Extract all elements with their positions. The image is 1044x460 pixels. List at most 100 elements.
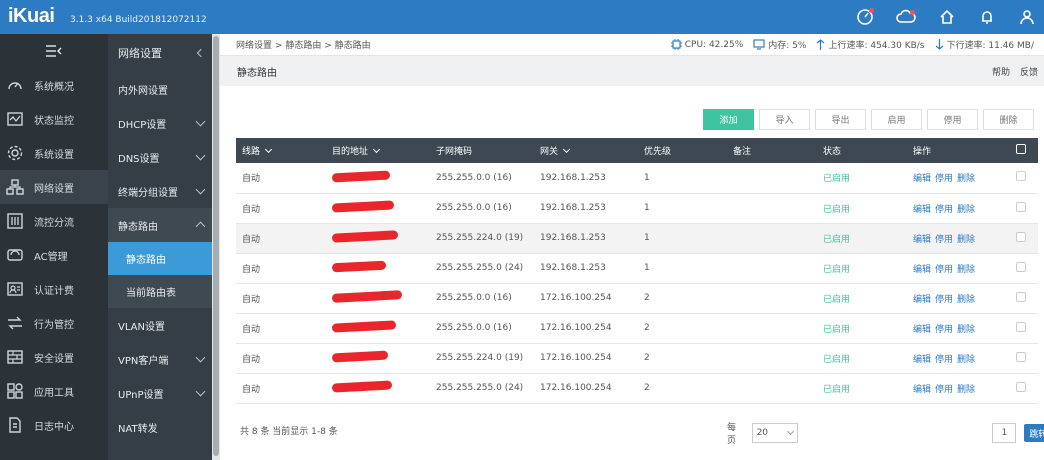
table-row[interactable]: 自动 10.20.0.0 255.255.0.0 (16) 192.168.1.253… xyxy=(236,193,1038,223)
col-line[interactable]: 线路 xyxy=(236,138,326,163)
col-dest[interactable]: 目的地址 xyxy=(326,138,430,163)
status-badge: 已启用 xyxy=(823,234,851,245)
edit-link[interactable]: 编辑 xyxy=(913,265,931,275)
row-checkbox[interactable] xyxy=(1016,351,1026,362)
sub-item-dhcp[interactable]: DHCP设置 xyxy=(108,106,212,140)
edit-link[interactable]: 编辑 xyxy=(913,205,931,215)
select-all-checkbox[interactable] xyxy=(1016,144,1026,154)
edit-link[interactable]: 编辑 xyxy=(913,355,931,365)
cell-line: 自动 xyxy=(242,174,261,185)
sub-item-upnp[interactable]: UPnP设置 xyxy=(108,376,212,410)
add-button[interactable]: 添加 xyxy=(703,109,754,130)
row-checkbox[interactable] xyxy=(1016,261,1026,272)
per-page-select[interactable]: 20 xyxy=(751,423,799,443)
disable-link[interactable]: 停用 xyxy=(935,355,953,365)
cell-mask: 255.255.255.0 (24) xyxy=(436,263,524,273)
col-gateway[interactable]: 网关 xyxy=(534,138,638,163)
monitor-icon xyxy=(7,112,23,126)
sub-child-route-table[interactable]: 当前路由表 xyxy=(108,275,212,308)
sub-item-terminal-group[interactable]: 终端分组设置 xyxy=(108,174,212,208)
sub-item-static-route[interactable]: 静态路由 xyxy=(108,208,212,242)
edit-link[interactable]: 编辑 xyxy=(913,325,931,335)
row-checkbox[interactable] xyxy=(1016,231,1026,242)
delete-link[interactable]: 删除 xyxy=(957,205,975,215)
disable-link[interactable]: 停用 xyxy=(935,205,953,215)
sub-item-nat[interactable]: NAT转发 xyxy=(108,410,212,444)
breadcrumb-item[interactable]: 网络设置 xyxy=(236,41,272,51)
disable-link[interactable]: 停用 xyxy=(935,325,953,335)
disable-link[interactable]: 停用 xyxy=(935,265,953,275)
chevron-down-icon xyxy=(372,145,381,154)
edit-link[interactable]: 编辑 xyxy=(913,385,931,395)
sidebar-item-auth-billing[interactable]: 认证计费 xyxy=(0,272,108,306)
feedback-link[interactable]: 反馈 xyxy=(1020,65,1038,78)
sidebar-item-app-tools[interactable]: 应用工具 xyxy=(0,374,108,408)
disable-link[interactable]: 停用 xyxy=(935,174,953,184)
header-label: 线路 xyxy=(242,147,261,157)
dashboard-icon[interactable] xyxy=(856,8,874,26)
go-button[interactable]: 跳转 xyxy=(1024,424,1044,442)
sidebar-scrollbar[interactable] xyxy=(212,34,220,460)
sidebar-item-log-center[interactable]: 日志中心 xyxy=(0,408,108,442)
disable-link[interactable]: 停用 xyxy=(935,235,953,245)
menu-collapse-button[interactable] xyxy=(0,34,108,68)
cloud-icon[interactable] xyxy=(896,8,916,26)
sidebar-item-ac-management[interactable]: AC管理 xyxy=(0,238,108,272)
table-row[interactable]: 自动 192.168.0.0 255.255.0.0 (16) 192.168.1.2… xyxy=(236,163,1038,193)
cell-remark xyxy=(727,193,817,223)
cell-line: 自动 xyxy=(242,264,261,275)
page-number-input[interactable]: 1 xyxy=(992,423,1017,443)
disable-link[interactable]: 停用 xyxy=(935,295,953,305)
import-button[interactable]: 导入 xyxy=(759,109,810,130)
sub-item-vpn-client[interactable]: VPN客户端 xyxy=(108,342,212,376)
chevron-left-icon[interactable] xyxy=(196,48,206,58)
table-row[interactable]: 自动 10.200.0.0 255.255.0.0 (16) 172.16.100.2… xyxy=(236,313,1038,343)
sidebar-item-system-settings[interactable]: 系统设置 xyxy=(0,136,108,170)
export-button[interactable]: 导出 xyxy=(815,109,866,130)
table-row[interactable]: 自动 172.16.96.0 255.255.255.0 (24) 172.16.10… xyxy=(236,373,1038,403)
breadcrumb-item[interactable]: 静态路由 xyxy=(285,41,321,51)
sub-item-dns[interactable]: DNS设置 xyxy=(108,140,212,174)
sidebar-item-overview[interactable]: 系统概况 xyxy=(0,68,108,102)
user-icon[interactable] xyxy=(1018,8,1036,26)
scrollbar-thumb[interactable] xyxy=(213,36,219,456)
edit-link[interactable]: 编辑 xyxy=(913,174,931,184)
disable-link[interactable]: 停用 xyxy=(935,385,953,395)
col-select-all[interactable] xyxy=(1010,138,1038,163)
delete-link[interactable]: 删除 xyxy=(957,265,975,275)
delete-link[interactable]: 删除 xyxy=(957,174,975,184)
sub-item-lan-wan[interactable]: 内外网设置 xyxy=(108,72,212,106)
cell-priority: 2 xyxy=(644,323,650,333)
table-row[interactable]: 自动 192.168.1.0 255.255.255.0 (24) 192.168.1… xyxy=(236,253,1038,283)
edit-link[interactable]: 编辑 xyxy=(913,235,931,245)
row-checkbox[interactable] xyxy=(1016,321,1026,332)
row-checkbox[interactable] xyxy=(1016,171,1026,182)
sidebar-item-network-settings[interactable]: 网络设置 xyxy=(0,170,108,204)
cell-actions: 编辑 停用 删除 xyxy=(907,253,1010,283)
delete-link[interactable]: 删除 xyxy=(957,325,975,335)
sub-child-static-route[interactable]: 静态路由 xyxy=(108,242,212,275)
table-row[interactable]: 自动 172.16.64.0 255.255.224.0 (19) 172.16.10… xyxy=(236,343,1038,373)
cell-select xyxy=(1010,373,1038,403)
help-link[interactable]: 帮助 xyxy=(992,65,1010,78)
table-row[interactable]: 自动 192.168.0.0 255.255.0.0 (16) 172.16.100.… xyxy=(236,283,1038,313)
enable-button[interactable]: 启用 xyxy=(871,109,922,130)
sidebar-item-traffic-control[interactable]: 流控分流 xyxy=(0,204,108,238)
delete-button[interactable]: 删除 xyxy=(983,109,1034,130)
disable-button[interactable]: 停用 xyxy=(927,109,978,130)
sub-item-vlan[interactable]: VLAN设置 xyxy=(108,308,212,342)
bell-icon[interactable] xyxy=(978,8,996,26)
delete-link[interactable]: 删除 xyxy=(957,235,975,245)
sidebar-item-security[interactable]: 安全设置 xyxy=(0,340,108,374)
row-checkbox[interactable] xyxy=(1016,291,1026,302)
sidebar-item-monitor[interactable]: 状态监控 xyxy=(0,102,108,136)
delete-link[interactable]: 删除 xyxy=(957,295,975,305)
table-row[interactable]: 自动 172.16.96.0 255.255.224.0 (19) 192.168.1… xyxy=(236,223,1038,253)
delete-link[interactable]: 删除 xyxy=(957,355,975,365)
row-checkbox[interactable] xyxy=(1016,201,1026,212)
row-checkbox[interactable] xyxy=(1016,381,1026,392)
edit-link[interactable]: 编辑 xyxy=(913,295,931,305)
sidebar-item-behavior-control[interactable]: 行为管控 xyxy=(0,306,108,340)
home-icon[interactable] xyxy=(938,8,956,26)
delete-link[interactable]: 删除 xyxy=(957,385,975,395)
